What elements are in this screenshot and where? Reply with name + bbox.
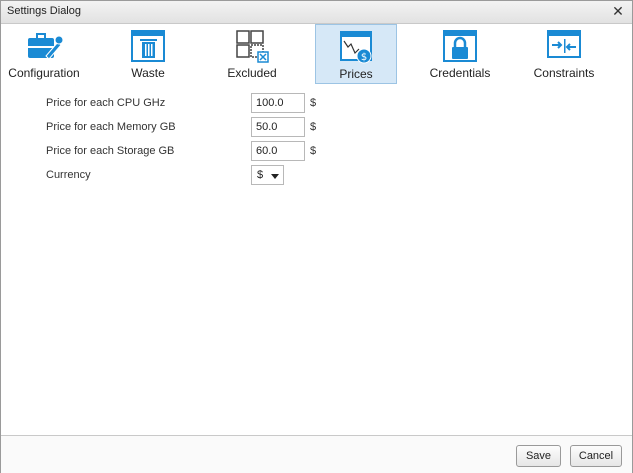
tab-credentials[interactable]: Credentials bbox=[417, 24, 503, 84]
trash-icon bbox=[131, 30, 165, 62]
currency-select[interactable]: $ bbox=[251, 165, 284, 185]
storage-price-input[interactable] bbox=[251, 141, 305, 161]
dialog-footer: Save Cancel bbox=[1, 435, 632, 473]
memory-price-unit: $ bbox=[310, 121, 317, 133]
tab-constraints[interactable]: Constraints bbox=[521, 24, 607, 84]
cpu-price-unit: $ bbox=[310, 97, 317, 109]
tab-label: Prices bbox=[339, 67, 373, 81]
tab-label: Constraints bbox=[533, 66, 595, 80]
title-bar: Settings Dialog ✕ bbox=[1, 1, 632, 24]
chevron-down-icon bbox=[271, 174, 279, 179]
storage-price-unit: $ bbox=[310, 145, 317, 157]
save-button[interactable]: Save bbox=[516, 445, 561, 467]
tab-configuration[interactable]: Configuration bbox=[1, 24, 87, 84]
memory-price-input[interactable] bbox=[251, 117, 305, 137]
tab-prices[interactable]: $ Prices bbox=[315, 24, 397, 84]
cpu-price-input[interactable] bbox=[251, 93, 305, 113]
memory-price-label: Price for each Memory GB bbox=[46, 121, 176, 133]
storage-price-label: Price for each Storage GB bbox=[46, 145, 175, 157]
dialog-title: Settings Dialog bbox=[7, 5, 81, 17]
settings-dialog: Settings Dialog ✕ Configuration Waste Ex… bbox=[0, 0, 633, 473]
lock-icon bbox=[443, 30, 477, 62]
close-icon[interactable]: ✕ bbox=[610, 3, 626, 19]
tab-label: Waste bbox=[131, 66, 165, 80]
cancel-button[interactable]: Cancel bbox=[570, 445, 622, 467]
cpu-price-label: Price for each CPU GHz bbox=[46, 97, 166, 109]
tab-label: Excluded bbox=[227, 66, 277, 80]
currency-value: $ bbox=[257, 169, 264, 181]
constraints-arrows-icon bbox=[547, 30, 581, 58]
settings-tabs: Configuration Waste Excluded $ Prices Cr… bbox=[1, 23, 632, 85]
svg-text:$: $ bbox=[361, 52, 367, 63]
tab-label: Configuration bbox=[8, 66, 80, 80]
configuration-icon bbox=[28, 33, 64, 60]
tab-excluded[interactable]: Excluded bbox=[209, 24, 295, 84]
excluded-grid-icon bbox=[236, 30, 269, 63]
prices-chart-icon: $ bbox=[340, 31, 372, 64]
currency-label: Currency bbox=[46, 169, 91, 181]
tab-waste[interactable]: Waste bbox=[105, 24, 191, 84]
tab-label: Credentials bbox=[429, 66, 491, 80]
